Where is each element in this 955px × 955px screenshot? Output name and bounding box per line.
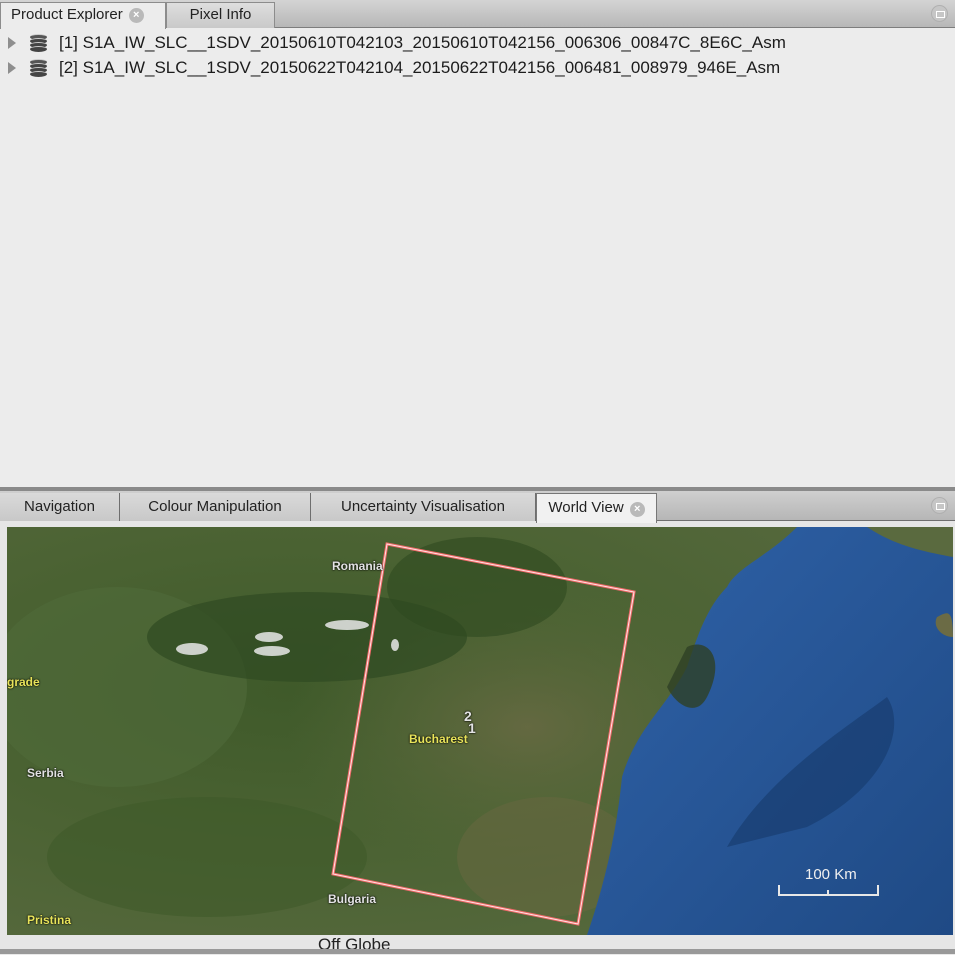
map-label-bulgaria: Bulgaria [328,892,377,906]
map-label-bucharest: Bucharest [409,732,468,746]
close-icon[interactable]: × [629,502,645,517]
world-view-panel: Navigation Colour Manipulation Uncertain… [0,491,955,954]
triangle-right-icon[interactable] [8,61,16,74]
map-label-romania: Romania [332,559,383,573]
close-icon[interactable]: × [128,8,144,23]
product-index: [2] [59,57,78,77]
world-map[interactable]: Romania grade Serbia Bucharest Bulgaria … [7,527,953,935]
tab-label: World View [548,499,624,516]
map-label-pristina: Pristina [27,913,72,927]
map-label-belgrade: grade [7,675,40,689]
maximize-icon[interactable] [931,497,948,514]
map-label-serbia: Serbia [27,766,64,780]
tab-label: Colour Manipulation [148,498,282,515]
tab-label: Uncertainty Visualisation [341,498,505,515]
product-index: [1] [59,32,78,52]
product-name: S1A_IW_SLC__1SDV_20150610T042103_2015061… [82,32,786,52]
database-icon [30,33,47,52]
status-bar-edge [0,949,955,954]
tab-navigation[interactable]: Navigation [0,493,120,521]
product-node[interactable]: [2] S1A_IW_SLC__1SDV_20150622T042104_201… [0,55,955,80]
triangle-right-icon[interactable] [8,36,16,49]
product-tree: [1] S1A_IW_SLC__1SDV_20150610T042103_201… [0,30,955,80]
scale-label: 100 Km [805,866,857,883]
tab-pixel-info[interactable]: Pixel Info [166,2,275,28]
tab-product-explorer[interactable]: Product Explorer × [0,2,166,29]
tab-label: Product Explorer [11,6,123,23]
database-icon [30,58,47,77]
tab-uncertainty-visualisation[interactable]: Uncertainty Visualisation [311,493,536,521]
product-name: S1A_IW_SLC__1SDV_20150622T042104_2015062… [82,57,781,77]
top-tab-bar: Product Explorer × Pixel Info [0,0,955,29]
tab-colour-manipulation[interactable]: Colour Manipulation [120,493,311,521]
tab-label: Navigation [24,498,95,515]
tab-label: Pixel Info [189,6,252,23]
tab-world-view[interactable]: World View × [536,493,657,523]
maximize-icon[interactable] [931,5,948,22]
footprint-marker-1[interactable]: 1 [468,720,476,736]
product-node[interactable]: [1] S1A_IW_SLC__1SDV_20150610T042103_201… [0,30,955,55]
bottom-tab-bar: Navigation Colour Manipulation Uncertain… [0,491,955,523]
product-explorer-panel: Product Explorer × Pixel Info [1] S1A_IW_… [0,0,955,490]
